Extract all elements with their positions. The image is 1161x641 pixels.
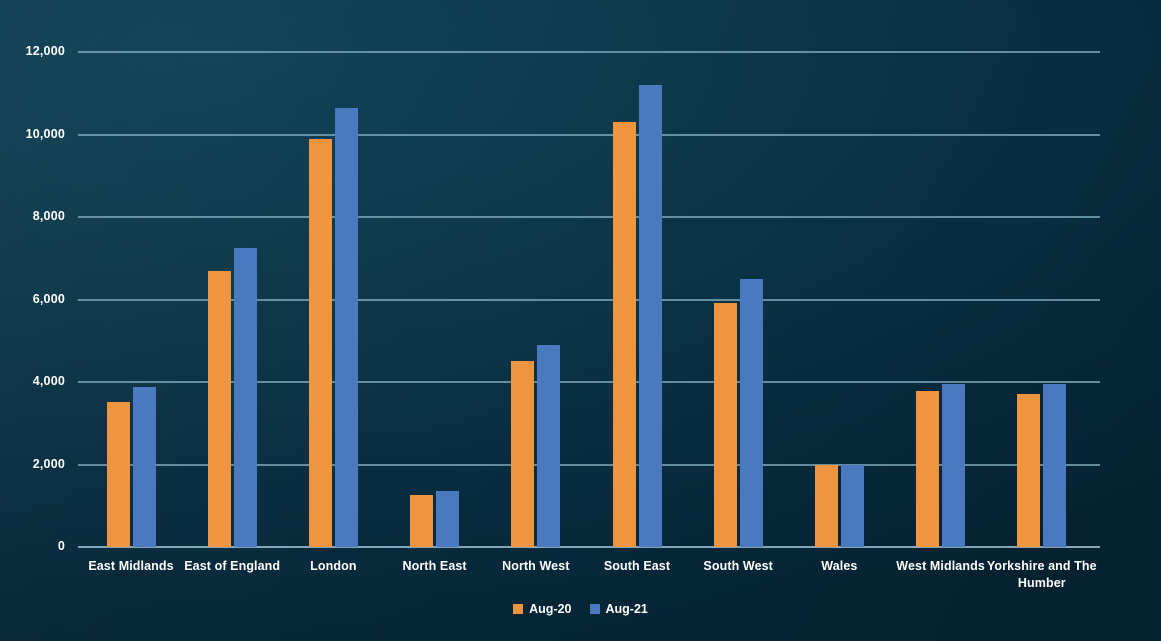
bar: [840, 464, 864, 547]
bar: [233, 247, 257, 547]
y-axis-tick-label: 8,000: [32, 209, 65, 223]
gridline: [78, 51, 1100, 53]
bar: [942, 383, 966, 547]
y-axis-tick-label: 2,000: [32, 456, 65, 471]
bar: [132, 386, 156, 547]
bar: [207, 271, 231, 547]
legend-label: Aug-21: [605, 602, 648, 616]
bar: [739, 278, 763, 547]
x-axis-category-label: Yorkshire and The Humber: [986, 559, 1097, 590]
bar-chart: 0 2,000 4,000 6,000 8,000 10,000 12,000 East M…: [0, 0, 1161, 641]
bar: [436, 491, 460, 547]
bar: [308, 139, 332, 547]
bar: [537, 344, 561, 547]
gridline: [78, 216, 1100, 218]
bar: [612, 122, 636, 547]
bar: [814, 465, 838, 547]
y-axis-tick-label: 4,000: [32, 374, 65, 388]
chart-legend: Aug-20 Aug-21: [0, 602, 1161, 616]
legend-swatch-icon: [513, 604, 524, 614]
legend-item[interactable]: Aug-21: [589, 602, 648, 616]
y-axis-tick-label: 0: [57, 539, 65, 553]
bar: [713, 302, 737, 547]
y-axis-tick-label: 10,000: [25, 126, 65, 141]
legend-swatch-icon: [589, 604, 600, 614]
plot-area: 0 2,000 4,000 6,000 8,000 10,000 12,000 East M…: [0, 0, 1161, 641]
gridline: [78, 298, 1100, 301]
bar: [410, 495, 434, 547]
legend-label: Aug-20: [529, 602, 572, 616]
gridline: [78, 133, 1100, 136]
bar: [916, 390, 940, 547]
legend-item[interactable]: Aug-20: [513, 602, 572, 616]
bar: [638, 85, 662, 547]
bar: [1017, 393, 1041, 547]
bar: [1043, 384, 1067, 547]
bar: [334, 107, 358, 547]
y-axis-tick-label: 6,000: [32, 291, 65, 306]
bar: [106, 401, 130, 547]
bar: [511, 361, 535, 547]
y-axis-tick-label: 12,000: [25, 44, 65, 58]
